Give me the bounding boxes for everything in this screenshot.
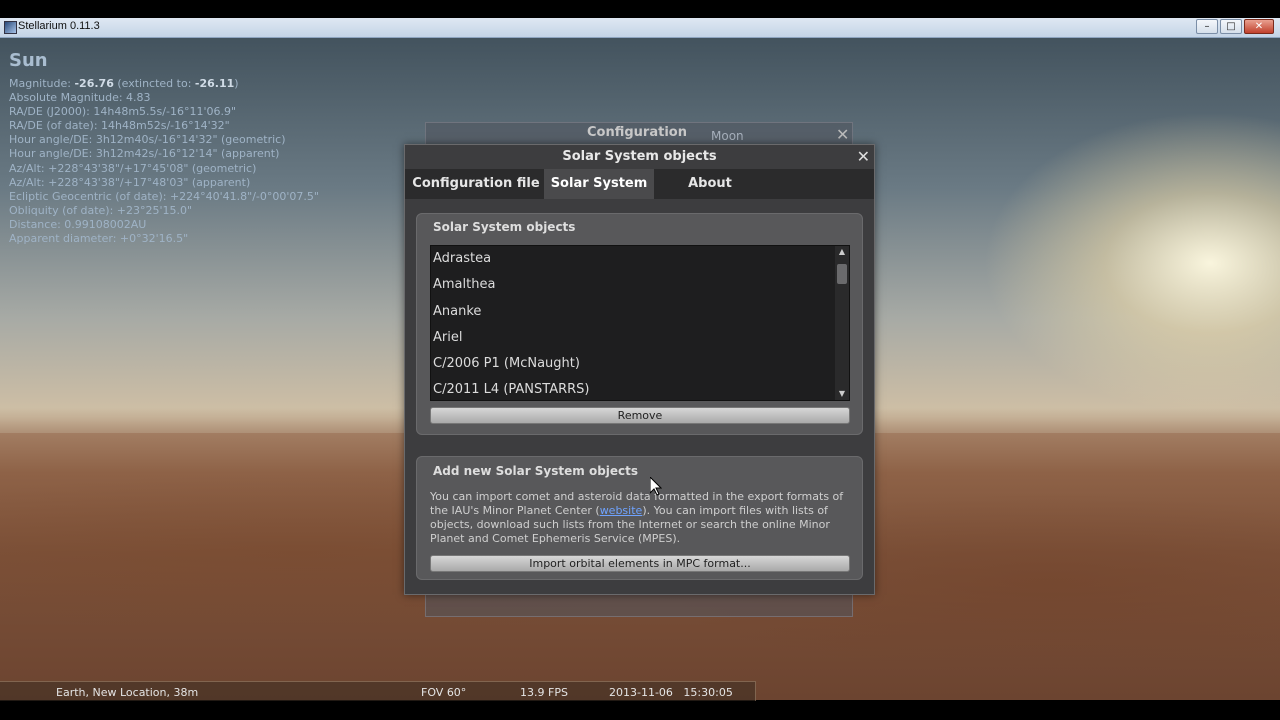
status-bar: Earth, New Location, 38m FOV 60° 13.9 FP… bbox=[0, 681, 756, 701]
status-fov: FOV 60° bbox=[421, 686, 467, 699]
info-ecliptic: Ecliptic Geocentric (of date): +224°40'4… bbox=[9, 189, 319, 203]
info-apparent-diameter: Apparent diameter: +0°32'16.5" bbox=[9, 232, 189, 246]
info-ra-de-j2000: RA/DE (J2000): 14h48m5.5s/-16°11'06.9" bbox=[9, 105, 237, 119]
tab-bar: Configuration file Solar System About bbox=[405, 169, 874, 199]
objects-panel-heading: Solar System objects bbox=[433, 220, 576, 234]
status-location: Earth, New Location, 38m bbox=[56, 686, 199, 699]
scroll-up-icon[interactable]: ▲ bbox=[835, 246, 849, 258]
dialog-title: Solar System objects bbox=[562, 149, 717, 164]
remove-button[interactable]: Remove bbox=[430, 407, 850, 424]
dialog-close-icon[interactable]: ✕ bbox=[857, 147, 870, 166]
objects-list[interactable]: Adrastea Amalthea Ananke Ariel C/2006 P1… bbox=[430, 245, 850, 401]
maximize-button[interactable]: □ bbox=[1220, 19, 1242, 34]
list-item[interactable]: Ananke bbox=[431, 299, 849, 325]
add-objects-panel: Add new Solar System objects You can imp… bbox=[416, 456, 863, 580]
status-datetime: 2013-11-06 15:30:05 bbox=[609, 686, 733, 699]
tab-configuration-file[interactable]: Configuration file bbox=[409, 169, 543, 199]
minimize-button[interactable]: – bbox=[1196, 19, 1218, 34]
object-name: Sun bbox=[9, 50, 48, 71]
tab-about[interactable]: About bbox=[665, 169, 755, 199]
configuration-title: Configuration bbox=[587, 125, 687, 140]
info-az-alt-apparent: Az/Alt: +228°43'38"/+17°48'03" (apparent… bbox=[9, 175, 251, 189]
website-link[interactable]: website bbox=[600, 504, 643, 517]
info-az-alt-geometric: Az/Alt: +228°43'38"/+17°45'08" (geometri… bbox=[9, 161, 257, 175]
info-distance: Distance: 0.99108002AU bbox=[9, 217, 147, 231]
info-absolute-magnitude: Absolute Magnitude: 4.83 bbox=[9, 91, 151, 105]
object-info-panel: Sun Magnitude: -26.76 (extincted to: -26… bbox=[9, 50, 319, 246]
info-obliquity: Obliquity (of date): +23°25'15.0" bbox=[9, 203, 193, 217]
list-item[interactable]: C/2011 L4 (PANSTARRS) bbox=[431, 377, 849, 400]
solar-system-dialog: Solar System objects ✕ Configuration fil… bbox=[404, 144, 875, 595]
scrollbar-thumb[interactable] bbox=[837, 264, 847, 284]
solar-system-objects-panel: Solar System objects Adrastea Amalthea A… bbox=[416, 213, 863, 435]
info-hour-angle-geometric: Hour angle/DE: 3h12m40s/-16°14'32" (geom… bbox=[9, 133, 286, 147]
list-item[interactable]: C/2006 P1 (McNaught) bbox=[431, 351, 849, 377]
list-item[interactable]: Ariel bbox=[431, 325, 849, 351]
tab-solar-system[interactable]: Solar System bbox=[544, 169, 654, 199]
app-icon bbox=[4, 21, 17, 34]
moon-label: Moon bbox=[711, 129, 744, 143]
scroll-down-icon[interactable]: ▼ bbox=[835, 388, 849, 400]
list-scrollbar[interactable]: ▲ ▼ bbox=[835, 246, 849, 400]
import-mpc-button[interactable]: Import orbital elements in MPC format... bbox=[430, 555, 850, 572]
info-hour-angle-apparent: Hour angle/DE: 3h12m42s/-16°12'14" (appa… bbox=[9, 147, 280, 161]
info-ra-de-date: RA/DE (of date): 14h48m52s/-16°14'32" bbox=[9, 119, 230, 133]
window-titlebar: Stellarium 0.11.3 – □ ✕ bbox=[0, 18, 1280, 38]
status-fps: 13.9 FPS bbox=[520, 686, 568, 699]
add-panel-heading: Add new Solar System objects bbox=[433, 464, 639, 478]
window-title: Stellarium 0.11.3 bbox=[18, 20, 100, 32]
configuration-close-icon[interactable]: ✕ bbox=[836, 125, 849, 144]
list-item[interactable]: Amalthea bbox=[431, 272, 849, 298]
add-panel-description: You can import comet and asteroid data f… bbox=[430, 490, 844, 545]
list-item[interactable]: Adrastea bbox=[431, 246, 849, 272]
window-controls: – □ ✕ bbox=[1196, 19, 1274, 34]
info-magnitude: Magnitude: -26.76 (extincted to: -26.11) bbox=[9, 77, 239, 90]
close-window-button[interactable]: ✕ bbox=[1244, 19, 1274, 34]
